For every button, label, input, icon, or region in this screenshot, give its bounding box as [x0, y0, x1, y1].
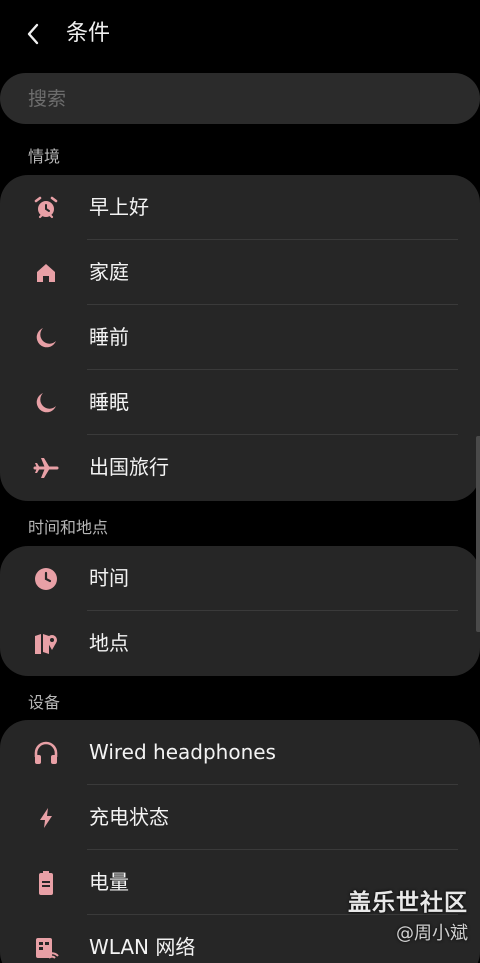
- list-item-label: WLAN 网络: [89, 935, 196, 959]
- list-item-label: 电量: [89, 870, 129, 894]
- list-item-time[interactable]: 时间: [0, 546, 480, 611]
- list-item-label: 家庭: [89, 260, 129, 284]
- section-label-time-place: 时间和地点: [28, 518, 109, 537]
- map-pin-icon: [32, 630, 60, 658]
- list-item-label: 充电状态: [89, 805, 169, 829]
- list-item-travel-abroad[interactable]: 出国旅行: [0, 435, 480, 500]
- search-bar[interactable]: [0, 73, 480, 124]
- list-item-wired-headphones[interactable]: Wired headphones: [0, 720, 480, 785]
- chevron-left-icon: [27, 23, 39, 45]
- alarm-clock-icon: [32, 194, 60, 222]
- clock-icon: [32, 565, 60, 593]
- list-item-charging-status[interactable]: 充电状态: [0, 785, 480, 850]
- list-item-before-bed[interactable]: 睡前: [0, 305, 480, 370]
- list-item-sleep[interactable]: 睡眠: [0, 370, 480, 435]
- headphones-icon: [32, 739, 60, 767]
- scenarios-card: 早上好 家庭 睡前 睡眠 出国旅行: [0, 175, 480, 501]
- watermark: 盖乐世社区 @周小斌: [348, 883, 468, 945]
- airplane-icon: [32, 454, 60, 482]
- moon-icon: [32, 389, 60, 417]
- battery-icon: [32, 869, 60, 897]
- home-icon: [32, 259, 60, 287]
- watermark-title: 盖乐世社区: [348, 890, 468, 916]
- lightning-icon: [32, 804, 60, 832]
- wifi-icon: [32, 934, 60, 962]
- app-bar: 条件: [0, 0, 480, 68]
- list-item-label: Wired headphones: [89, 740, 276, 764]
- list-item-label: 睡眠: [89, 390, 129, 414]
- list-item-label: 地点: [89, 631, 129, 655]
- list-item-place[interactable]: 地点: [0, 611, 480, 676]
- moon-icon: [32, 324, 60, 352]
- section-label-devices: 设备: [28, 693, 61, 712]
- list-item-good-morning[interactable]: 早上好: [0, 175, 480, 240]
- page-title: 条件: [66, 21, 111, 46]
- back-button[interactable]: [18, 18, 48, 50]
- time-place-card: 时间 地点: [0, 546, 480, 676]
- list-item-label: 早上好: [89, 195, 149, 219]
- list-item-home[interactable]: 家庭: [0, 240, 480, 305]
- search-input[interactable]: [28, 73, 448, 124]
- watermark-user: @周小斌: [396, 923, 468, 944]
- section-label-scenarios: 情境: [28, 147, 61, 166]
- list-item-label: 出国旅行: [89, 455, 169, 479]
- scrollbar-thumb[interactable]: [476, 436, 480, 632]
- list-item-label: 睡前: [89, 325, 129, 349]
- list-item-label: 时间: [89, 566, 129, 590]
